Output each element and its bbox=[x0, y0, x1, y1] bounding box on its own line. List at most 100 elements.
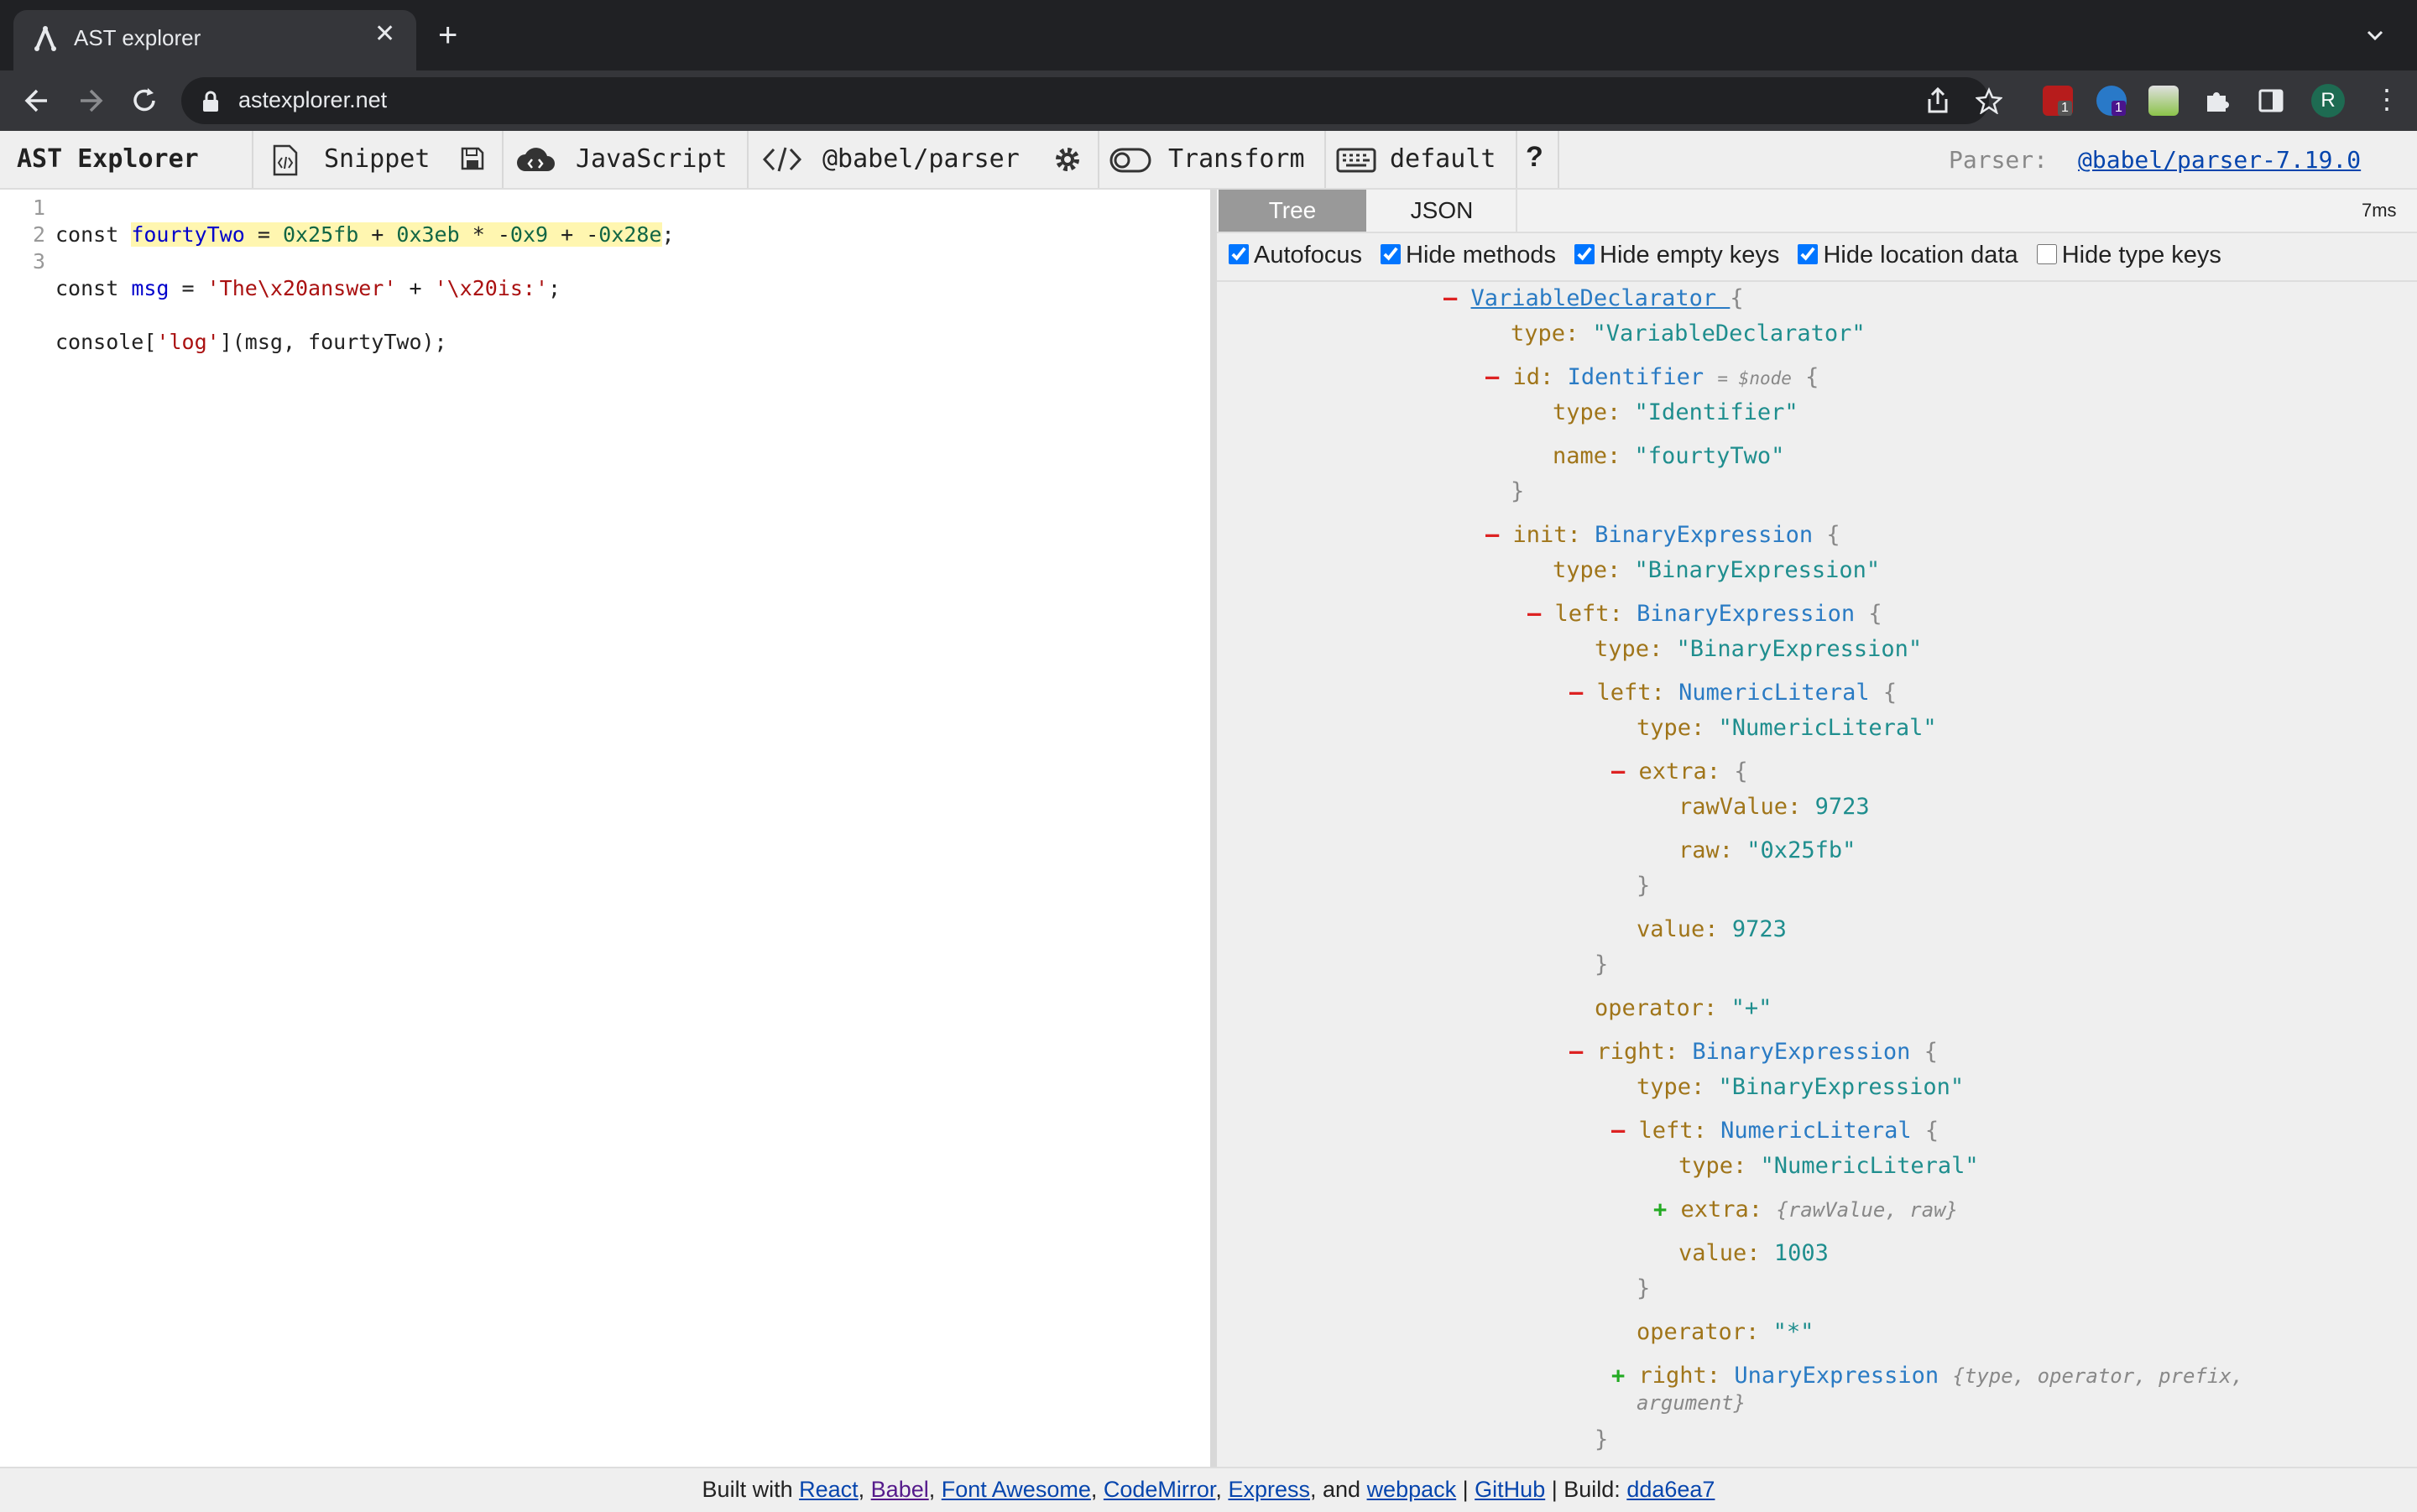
tree-property: type: "NumericLiteral" bbox=[1637, 715, 1937, 741]
parser-select[interactable]: @babel/parser bbox=[822, 144, 1020, 174]
tree-close-brace: } bbox=[1637, 1275, 1651, 1301]
font-awesome-link[interactable]: Font Awesome bbox=[942, 1477, 1091, 1502]
tree-node-variabledeclarator[interactable]: – VariableDeclarator { bbox=[1443, 285, 1744, 312]
codemirror-link[interactable]: CodeMirror bbox=[1104, 1477, 1216, 1502]
tree-close-brace: } bbox=[1511, 478, 1525, 504]
option-hide-empty-keys[interactable]: Hide empty keys bbox=[1574, 242, 1779, 269]
tree-node-right[interactable]: – right: BinaryExpression { bbox=[1569, 1039, 1938, 1066]
tree-close-brace: } bbox=[1595, 1426, 1609, 1452]
autofocus-checkbox[interactable] bbox=[1229, 244, 1249, 264]
tree-node-left[interactable]: – left: NumericLiteral { bbox=[1569, 680, 1897, 706]
app-logo[interactable]: AST Explorer bbox=[17, 144, 199, 174]
code-line[interactable]: console['log'](msg, fourtyTwo); bbox=[55, 329, 675, 356]
option-hide-type-keys[interactable]: Hide type keys bbox=[2036, 242, 2221, 269]
tree-node-left[interactable]: – left: BinaryExpression { bbox=[1527, 601, 1882, 628]
parser-label: Parser: bbox=[1949, 146, 2049, 174]
options-divider bbox=[1217, 280, 2417, 282]
keymap-select[interactable]: default bbox=[1390, 144, 1496, 174]
hide-methods-checkbox[interactable] bbox=[1381, 244, 1402, 264]
save-icon[interactable] bbox=[460, 146, 485, 171]
toolbar-divider bbox=[1558, 131, 1559, 188]
tree-property: operator: "+" bbox=[1595, 995, 1772, 1021]
tree-property: name: "fourtyTwo" bbox=[1553, 443, 1785, 469]
webpack-link[interactable]: webpack bbox=[1367, 1477, 1457, 1502]
transform-button[interactable]: Transform bbox=[1168, 144, 1305, 174]
tree-property: operator: "*" bbox=[1637, 1319, 1814, 1345]
option-autofocus[interactable]: Autofocus bbox=[1229, 242, 1362, 269]
profile-avatar[interactable]: R bbox=[2311, 84, 2345, 117]
snippet-button[interactable]: Snippet bbox=[324, 144, 430, 174]
code-icon[interactable] bbox=[762, 146, 802, 173]
tree-property: type: "BinaryExpression" bbox=[1553, 557, 1881, 583]
option-hide-location-data[interactable]: Hide location data bbox=[1798, 242, 2018, 269]
lock-icon[interactable] bbox=[201, 91, 220, 112]
parser-settings-gear-icon[interactable] bbox=[1054, 146, 1081, 173]
address-bar[interactable] bbox=[181, 77, 1989, 124]
extensions-puzzle-icon[interactable] bbox=[2204, 87, 2231, 114]
tree-property: type: "NumericLiteral" bbox=[1678, 1153, 1979, 1179]
panel-splitter[interactable] bbox=[1210, 190, 1217, 1467]
line-number: 2 bbox=[32, 222, 45, 247]
transform-toggle-icon[interactable] bbox=[1109, 148, 1151, 173]
tree-close-brace: } bbox=[1595, 952, 1609, 978]
tree-property: rawValue: 9723 bbox=[1678, 794, 1870, 820]
parse-timing: 7ms bbox=[2362, 200, 2397, 221]
back-arrow-icon[interactable] bbox=[22, 86, 52, 116]
tree-node-id[interactable]: – id: Identifier = $node { bbox=[1485, 364, 1819, 392]
hide-empty-keys-checkbox[interactable] bbox=[1574, 244, 1595, 264]
github-link[interactable]: GitHub bbox=[1475, 1477, 1545, 1502]
toolbar-divider bbox=[252, 131, 253, 188]
tree-node-extra-collapsed[interactable]: + extra: {rawValue, raw} bbox=[1653, 1197, 1958, 1223]
tree-node-extra[interactable]: – extra: { bbox=[1611, 759, 1748, 785]
line-number: 3 bbox=[32, 249, 45, 274]
build-hash-link[interactable]: dda6ea7 bbox=[1626, 1477, 1715, 1502]
browser-menu-icon[interactable]: ⋮ bbox=[2373, 86, 2400, 112]
babel-link[interactable]: Babel bbox=[871, 1477, 929, 1502]
bookmark-star-icon[interactable] bbox=[1976, 87, 2002, 114]
tab-search-chevron-icon[interactable] bbox=[2365, 25, 2385, 45]
express-link[interactable]: Express bbox=[1228, 1477, 1310, 1502]
side-panel-icon[interactable] bbox=[2258, 87, 2284, 114]
code-line[interactable]: const fourtyTwo = 0x25fb + 0x3eb * -0x9 … bbox=[55, 222, 675, 248]
url-text[interactable]: astexplorer.net bbox=[238, 87, 387, 113]
tab-json[interactable]: JSON bbox=[1368, 190, 1517, 232]
code-lines[interactable]: const fourtyTwo = 0x25fb + 0x3eb * -0x9 … bbox=[55, 195, 675, 383]
tree-property: type: "Identifier" bbox=[1553, 399, 1798, 425]
language-select[interactable]: JavaScript bbox=[576, 144, 728, 174]
toolbar-divider bbox=[1516, 131, 1517, 188]
snippet-file-icon[interactable] bbox=[270, 144, 300, 176]
new-tab-icon[interactable]: + bbox=[438, 18, 457, 52]
tree-node-init[interactable]: – init: BinaryExpression { bbox=[1485, 522, 1840, 549]
extension-icon[interactable] bbox=[2148, 86, 2179, 116]
tree-property: value: 9723 bbox=[1637, 916, 1787, 942]
code-line[interactable]: const msg = 'The\x20answer' + '\x20is:'; bbox=[55, 275, 675, 302]
tree-node-left[interactable]: – left: NumericLiteral { bbox=[1611, 1118, 1939, 1144]
tab-close-icon[interactable]: ✕ bbox=[374, 22, 395, 47]
reload-icon[interactable] bbox=[129, 86, 159, 116]
tree-node-right-collapsed[interactable]: + right: UnaryExpression {type, operator… bbox=[1611, 1363, 2243, 1389]
browser-tab-title: AST explorer bbox=[74, 25, 201, 50]
share-icon[interactable] bbox=[1925, 87, 1950, 114]
tree-options: Autofocus Hide methods Hide empty keys H… bbox=[1229, 242, 2233, 269]
cloud-code-icon[interactable] bbox=[515, 144, 556, 175]
toolbar-divider bbox=[502, 131, 504, 188]
toolbar-divider bbox=[1098, 131, 1099, 188]
line-number: 1 bbox=[32, 196, 45, 220]
toolbar-divider bbox=[1324, 131, 1326, 188]
tree-property: type: "BinaryExpression" bbox=[1637, 1074, 1965, 1100]
hide-type-keys-checkbox[interactable] bbox=[2036, 244, 2057, 264]
react-link[interactable]: React bbox=[799, 1477, 859, 1502]
footer-credits: Built with React, Babel, Font Awesome, C… bbox=[702, 1477, 1715, 1502]
help-question-icon[interactable]: ? bbox=[1526, 141, 1543, 174]
parser-version-link[interactable]: @babel/parser-7.19.0 bbox=[2078, 146, 2361, 174]
tree-collapsed-summary: argument} bbox=[1637, 1391, 1746, 1415]
tree-close-brace: } bbox=[1637, 873, 1651, 899]
forward-arrow-icon[interactable] bbox=[76, 86, 106, 116]
option-hide-methods[interactable]: Hide methods bbox=[1381, 242, 1556, 269]
extension-badge: 1 bbox=[2112, 101, 2126, 116]
keyboard-icon[interactable] bbox=[1336, 148, 1376, 173]
tab-tree[interactable]: Tree bbox=[1219, 190, 1366, 232]
hide-location-data-checkbox[interactable] bbox=[1798, 244, 1819, 264]
tree-property: type: "VariableDeclarator" bbox=[1511, 321, 1866, 347]
tree-property: raw: "0x25fb" bbox=[1678, 837, 1856, 863]
